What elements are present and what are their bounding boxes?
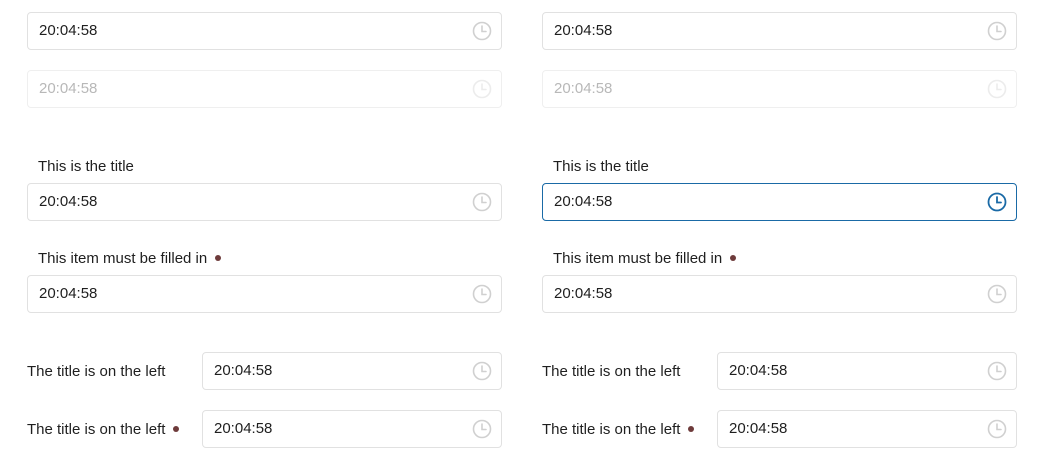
inline-field-title-required: The title is on the left [542,421,695,438]
clock-icon [987,79,1007,99]
required-indicator [688,426,695,432]
clock-icon[interactable] [472,284,492,304]
field-title-text: This item must be filled in [38,250,208,267]
clock-icon[interactable] [987,361,1007,381]
time-picker-inline[interactable]: 20:04:58 [717,352,1017,390]
left-column: 20:04:58 20:04:58 This is the title 20:0… [27,0,502,460]
time-value: 20:04:58 [729,420,788,437]
inline-field-title: The title is on the left [542,363,681,380]
time-value: 20:04:58 [39,22,98,39]
right-column: 20:04:58 20:04:58 This is the title 20:0… [542,0,1017,460]
required-indicator [730,255,737,261]
time-picker-required[interactable]: 20:04:58 [27,275,502,313]
clock-icon [472,79,492,99]
field-title: This is the title [38,158,134,175]
time-picker-inline-required[interactable]: 20:04:58 [717,410,1017,448]
time-value: 20:04:58 [39,193,98,210]
time-value: 20:04:58 [554,193,613,210]
time-value: 20:04:58 [554,80,613,97]
time-picker-required[interactable]: 20:04:58 [542,275,1017,313]
inline-field-title: The title is on the left [27,363,166,380]
time-picker-titled[interactable]: 20:04:58 [27,183,502,221]
time-picker-basic[interactable]: 20:04:58 [542,12,1017,50]
field-title-required: This item must be filled in [38,250,222,267]
time-picker-titled-focused[interactable]: 20:04:58 [542,183,1017,221]
time-picker-inline-required[interactable]: 20:04:58 [202,410,502,448]
time-picker-disabled: 20:04:58 [27,70,502,108]
required-indicator [215,255,222,261]
clock-icon[interactable] [987,284,1007,304]
time-value: 20:04:58 [554,22,613,39]
clock-icon[interactable] [472,419,492,439]
field-title-required: This item must be filled in [553,250,737,267]
field-title-text: This item must be filled in [553,250,723,267]
clock-icon[interactable] [987,192,1007,212]
time-picker-disabled: 20:04:58 [542,70,1017,108]
time-picker-basic[interactable]: 20:04:58 [27,12,502,50]
time-value: 20:04:58 [39,285,98,302]
time-value: 20:04:58 [554,285,613,302]
clock-icon[interactable] [472,361,492,381]
clock-icon[interactable] [987,21,1007,41]
time-value: 20:04:58 [729,362,788,379]
inline-field-title-required: The title is on the left [27,421,180,438]
clock-icon[interactable] [472,192,492,212]
clock-icon[interactable] [472,21,492,41]
time-value: 20:04:58 [39,80,98,97]
inline-field-title-text: The title is on the left [27,421,166,438]
required-indicator [173,426,180,432]
field-title: This is the title [553,158,649,175]
time-value: 20:04:58 [214,420,273,437]
clock-icon[interactable] [987,419,1007,439]
time-picker-inline[interactable]: 20:04:58 [202,352,502,390]
inline-field-title-text: The title is on the left [542,421,681,438]
time-value: 20:04:58 [214,362,273,379]
